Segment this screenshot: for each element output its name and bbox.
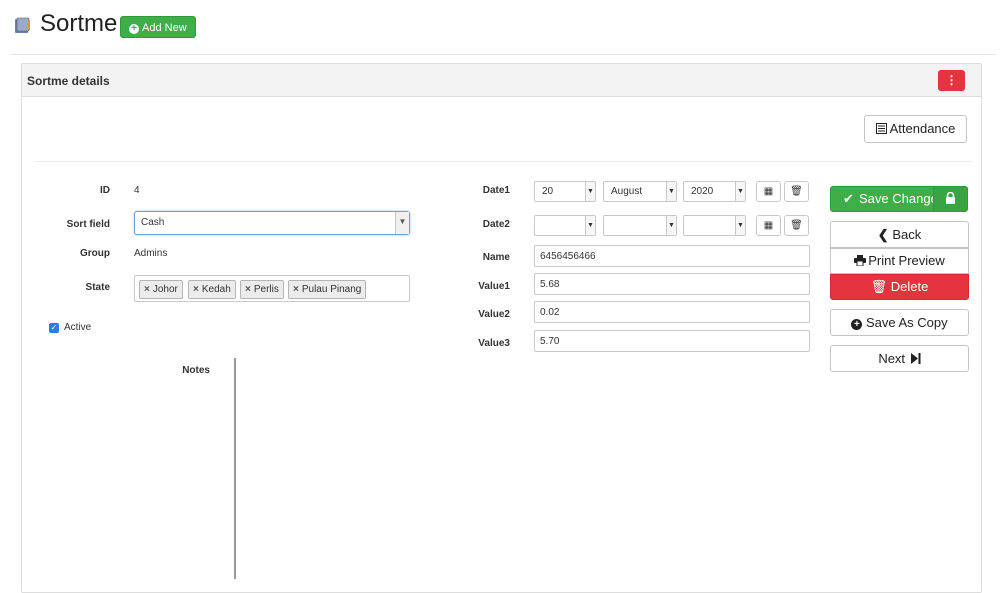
name-input[interactable] [534,245,810,267]
save-as-copy-button[interactable]: + Save As Copy [830,309,969,336]
group-label: Group [80,248,110,259]
id-label: ID [100,185,110,196]
date2-clear-button[interactable]: 🗑 [784,215,809,236]
save-changes-button[interactable]: ✔ Save Changes [830,186,968,212]
calendar-grid-icon: ▦ [763,186,774,197]
check-icon: ✔ [843,191,854,206]
back-label: Back [892,227,922,242]
print-preview-button[interactable]: Print Preview [830,248,969,274]
id-value: 4 [134,185,140,196]
chevron-down-icon: ▼ [585,216,595,235]
app-icon [15,17,30,33]
sort-field-label: Sort field [66,219,110,230]
state-tag[interactable]: × Kedah [188,280,236,299]
date2-calendar-button[interactable]: ▦ [756,215,781,236]
date2-day-select[interactable]: ▼ [534,215,596,236]
remove-icon[interactable]: × [245,284,251,295]
active-label: Active [64,322,92,333]
chevron-down-icon: ▼ [666,182,676,201]
date2-month-select[interactable]: ▼ [603,215,677,236]
notes-editor[interactable] [237,358,827,579]
save-changes-label: Save Changes [859,191,945,206]
delete-label: Delete [890,279,929,294]
state-tag[interactable]: × Pulau Pinang [288,280,367,299]
state-tag[interactable]: × Perlis [240,280,284,299]
trash-icon: 🗑 [790,186,803,197]
print-preview-label: Print Preview [868,253,945,268]
page-title: Sortme [40,10,118,37]
plus-circle-icon: + [129,24,139,34]
chevron-left-icon: ❮ [877,227,889,242]
date1-year-select[interactable]: 2020 ▼ [683,181,746,202]
value3-input[interactable] [534,330,810,352]
trash-icon: 🗑 [870,279,888,294]
date1-label: Date1 [482,185,510,196]
delete-button[interactable]: 🗑 Delete [830,274,969,300]
date1-month-select[interactable]: August ▼ [603,181,677,202]
chevron-down-icon: ▼ [395,212,409,234]
panel-header [22,64,981,97]
name-label: Name [482,252,510,263]
value1-label: Value1 [478,281,510,292]
lock-icon [946,191,955,204]
add-new-button[interactable]: + Add New [120,16,196,38]
lock-button[interactable] [933,187,967,211]
panel-title: Sortme details [27,74,110,88]
chevron-down-icon: ▼ [735,216,745,235]
save-as-copy-label: Save As Copy [865,315,948,330]
value2-label: Value2 [478,309,510,320]
add-new-label: Add New [142,22,187,34]
value1-input[interactable] [534,273,810,295]
plus-circle-icon: + [851,319,863,330]
printer-icon [854,255,867,267]
kebab-menu-button[interactable]: ⋮ [938,70,965,91]
group-value: Admins [134,248,168,259]
notes-label: Notes [182,365,210,376]
state-label: State [85,282,110,293]
date1-day-select[interactable]: 20 ▼ [534,181,596,202]
date1-clear-button[interactable]: 🗑 [784,181,809,202]
date2-year-select[interactable]: ▼ [683,215,746,236]
kebab-icon: ⋮ [945,73,958,87]
active-checkbox[interactable]: ✓ [49,323,59,333]
back-button[interactable]: ❮ Back [830,221,969,248]
trash-icon: 🗑 [790,220,803,231]
list-icon [875,123,887,134]
section-divider [34,161,972,162]
sort-field-value: Cash [141,217,165,228]
value3-label: Value3 [478,338,510,349]
date2-label: Date2 [482,219,510,230]
notes-editor-border [234,358,236,579]
attendance-label: Attendance [889,121,956,136]
state-tag[interactable]: × Johor [139,280,183,299]
step-forward-icon [910,353,921,364]
date1-calendar-button[interactable]: ▦ [756,181,781,202]
next-label: Next [878,351,906,366]
remove-icon[interactable]: × [293,284,299,295]
state-multiselect[interactable]: × Johor × Kedah × Perlis × Pulau Pinang [134,275,410,302]
remove-icon[interactable]: × [144,284,150,295]
next-button[interactable]: Next [830,345,969,372]
sort-field-select[interactable]: Cash ▼ [134,211,410,235]
chevron-down-icon: ▼ [666,216,676,235]
remove-icon[interactable]: × [193,284,199,295]
value2-input[interactable] [534,301,810,323]
chevron-down-icon: ▼ [585,182,595,201]
chevron-down-icon: ▼ [735,182,745,201]
calendar-grid-icon: ▦ [763,220,774,231]
attendance-button[interactable]: Attendance [864,115,967,143]
header-divider [10,54,996,55]
